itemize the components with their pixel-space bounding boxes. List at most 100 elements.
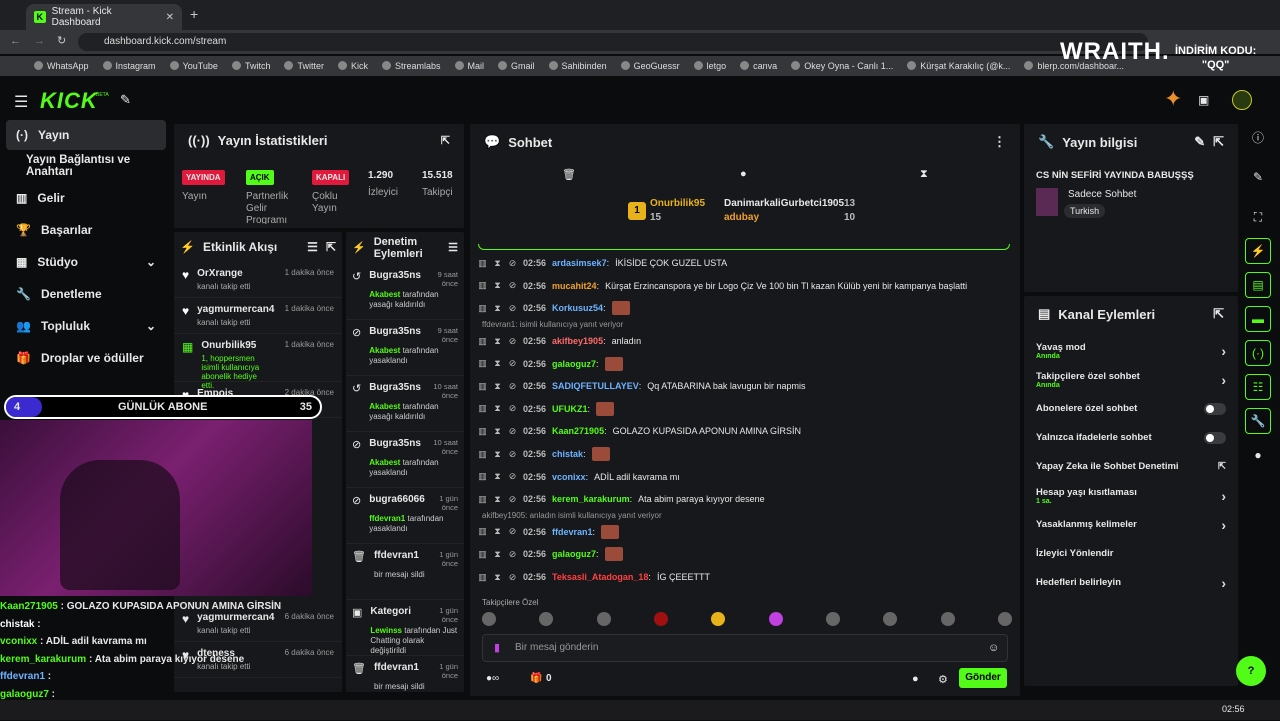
message-user[interactable]: chistak	[552, 449, 583, 459]
emote[interactable]	[539, 612, 554, 626]
channel-avatar-icon[interactable]: ✦	[1164, 86, 1182, 112]
sidebar-item-5[interactable]: 🔧 Denetleme	[0, 278, 172, 310]
ban-icon[interactable]: ⊘	[508, 494, 517, 504]
message-user[interactable]: SADIQFETULLAYEV	[552, 381, 639, 391]
channel-action-item[interactable]: İzleyici Yönlendir	[1024, 539, 1238, 568]
points-icon[interactable]: ●∞	[486, 673, 499, 684]
forward-icon[interactable]: →	[34, 35, 45, 47]
bookmark-item[interactable]: Kürşat Karakılıç (@k...	[907, 61, 1010, 71]
chat-bubble-icon[interactable]: ●	[740, 168, 747, 180]
chat-icon[interactable]: ▬	[1245, 306, 1271, 332]
trash-icon[interactable]: 🗑	[562, 168, 576, 181]
delete-icon[interactable]: ▥	[478, 572, 487, 582]
moderation-target[interactable]: Bugra35ns	[369, 326, 421, 344]
stats-icon[interactable]: ▤	[1245, 272, 1271, 298]
mic-icon[interactable]: ▮	[494, 641, 500, 654]
moderation-target[interactable]: ffdevran1	[374, 662, 419, 680]
delete-icon[interactable]: ▥	[478, 472, 487, 481]
menu-icon[interactable]: ☰	[14, 92, 28, 112]
bookmark-item[interactable]: Gmail	[498, 61, 535, 71]
timeout-icon[interactable]: ⧗	[493, 549, 502, 559]
emote[interactable]	[997, 612, 1012, 626]
delete-icon[interactable]: ▥	[478, 336, 487, 346]
gift-icon[interactable]: 🎁	[530, 673, 542, 684]
reload-icon[interactable]: ↻	[57, 34, 66, 47]
message-user[interactable]: vconixx	[552, 472, 586, 482]
message-user[interactable]: UFUKZ1	[552, 404, 588, 414]
activity-user[interactable]: yagmurmercan4	[197, 304, 274, 315]
bolt-icon[interactable]: ⚡	[1245, 238, 1271, 264]
ban-icon[interactable]: ⊘	[508, 359, 517, 368]
send-button[interactable]: Gönder	[959, 668, 1007, 688]
sidebar-item-2[interactable]: ▥ Gelir	[0, 182, 172, 214]
popout-icon[interactable]: ⇱	[1213, 134, 1224, 150]
kick-logo[interactable]: KICK	[40, 88, 98, 114]
ban-icon[interactable]: ⊘	[508, 472, 517, 481]
emote[interactable]	[596, 612, 611, 626]
delete-icon[interactable]: ▥	[478, 381, 487, 391]
emote[interactable]	[711, 612, 726, 626]
channel-action-item[interactable]: Yasaklanmış kelimeler ›	[1024, 510, 1238, 539]
channel-action-item[interactable]: Hesap yaşı kısıtlaması 1 sa. ›	[1024, 481, 1238, 510]
browser-tab[interactable]: K Stream - Kick Dashboard ✕	[26, 4, 182, 30]
timeout-icon[interactable]: ⧗	[493, 303, 502, 313]
timeout-icon[interactable]: ⧗	[493, 359, 502, 368]
emote[interactable]	[883, 612, 898, 626]
timeout-icon[interactable]: ⧗	[493, 572, 502, 582]
more-icon[interactable]: ⋮	[993, 134, 1006, 150]
bookmark-item[interactable]: Twitter	[284, 61, 324, 71]
moderation-target[interactable]: Bugra35ns	[369, 382, 421, 400]
bookmark-item[interactable]: Streamlabs	[382, 61, 441, 71]
ban-icon[interactable]: ⊘	[508, 381, 517, 391]
points-icon[interactable]: ●	[1245, 442, 1271, 468]
channel-action-item[interactable]: Hedefleri belirleyin ›	[1024, 568, 1238, 597]
info-icon[interactable]: ⓘ	[1245, 124, 1271, 150]
pin-icon[interactable]: ✎	[120, 92, 131, 108]
moderation-target[interactable]: Kategori	[370, 606, 411, 624]
bookmark-item[interactable]: Twitch	[232, 61, 271, 71]
emote[interactable]	[825, 612, 840, 626]
delete-icon[interactable]: ▥	[478, 549, 487, 559]
new-tab-icon[interactable]: +	[190, 6, 198, 22]
filter-icon[interactable]: ☰	[307, 240, 318, 254]
timeout-icon[interactable]: ⧗	[493, 494, 502, 504]
ban-icon[interactable]: ⊘	[508, 527, 517, 536]
emote[interactable]	[768, 612, 783, 626]
moderation-target[interactable]: Bugra35ns	[369, 270, 421, 288]
timeout-icon[interactable]: ⧗	[493, 426, 502, 436]
popout-icon[interactable]: ⇱	[1213, 306, 1224, 322]
filter-icon[interactable]: ☰	[448, 242, 458, 254]
sidebar-item-7[interactable]: 🎁 Droplar ve ödüller	[0, 342, 172, 374]
help-button[interactable]: ?	[1236, 656, 1266, 686]
timeout-icon[interactable]: ⧗	[493, 527, 502, 536]
message-user[interactable]: ffdevran1	[552, 527, 593, 537]
gear-icon[interactable]: ⚙	[938, 673, 948, 686]
emoji-icon[interactable]: ☺	[988, 642, 999, 654]
delete-icon[interactable]: ▥	[478, 449, 487, 459]
timeout-icon[interactable]: ⧗	[493, 449, 502, 459]
delete-icon[interactable]: ▥	[478, 359, 487, 368]
timeout-icon[interactable]: ⧗	[493, 281, 502, 290]
channel-action-item[interactable]: Yavaş mod Anında ›	[1024, 336, 1238, 365]
message-user[interactable]: mucahit24	[552, 281, 597, 291]
moderation-target[interactable]: bugra66066	[369, 494, 425, 512]
emote[interactable]	[482, 612, 496, 626]
timeout-icon[interactable]: ⧗	[493, 472, 502, 481]
message-user[interactable]: Korkusuz54	[552, 303, 603, 313]
timeout-icon[interactable]: ⧗	[493, 258, 502, 268]
activity-user[interactable]: OrXrange	[197, 268, 270, 279]
ban-icon[interactable]: ⊘	[508, 336, 517, 346]
sidebar-item-3[interactable]: 🏆 Başarılar	[0, 214, 172, 246]
popout-icon[interactable]: ⇱	[441, 134, 450, 147]
ban-icon[interactable]: ⊘	[508, 426, 517, 436]
delete-icon[interactable]: ▥	[478, 281, 487, 290]
bookmark-item[interactable]: letgo	[694, 61, 727, 71]
moderation-target[interactable]: Bugra35ns	[369, 438, 421, 456]
toggle-switch[interactable]	[1204, 402, 1226, 415]
message-user[interactable]: kerem_karakurum	[552, 494, 630, 504]
message-user[interactable]: ardasimsek7	[552, 258, 607, 268]
list-icon[interactable]: ☷	[1245, 374, 1271, 400]
channel-action-item[interactable]: Abonelere özel sohbet	[1024, 394, 1238, 423]
message-user[interactable]: galaoguz7	[552, 549, 596, 559]
channel-action-item[interactable]: Takipçilere özel sohbet Anında ›	[1024, 365, 1238, 394]
